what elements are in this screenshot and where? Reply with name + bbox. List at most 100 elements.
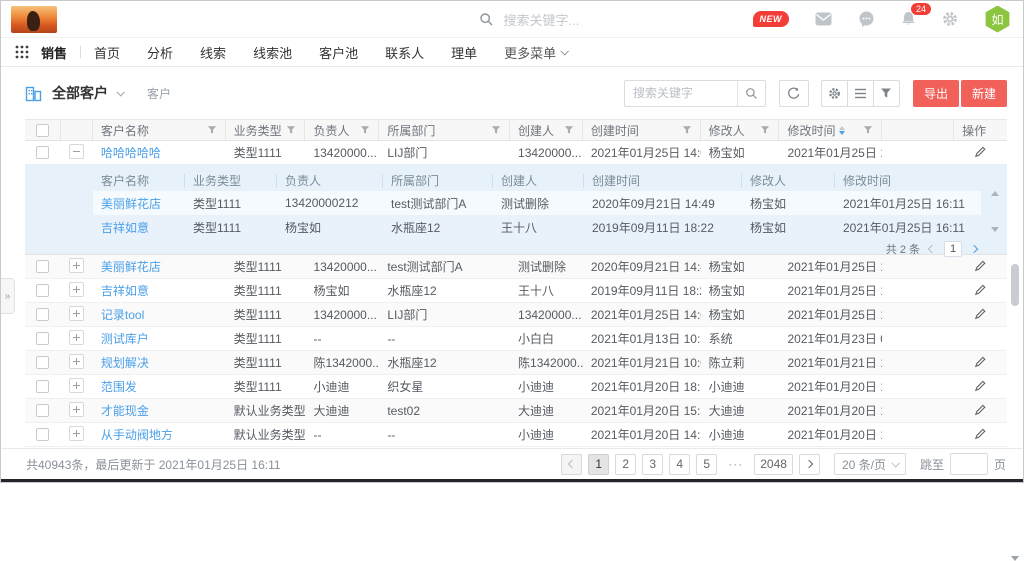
subtable-page-1[interactable]: 1 <box>944 241 962 257</box>
export-button[interactable]: 导出 <box>913 80 959 107</box>
next-page-icon[interactable] <box>970 244 978 252</box>
customer-name-link[interactable]: 记录tool <box>101 308 144 322</box>
edit-icon[interactable] <box>974 379 987 392</box>
expand-row-button[interactable] <box>69 282 84 297</box>
sort-toggle[interactable] <box>839 126 845 135</box>
messages-button[interactable] <box>858 11 875 27</box>
nav-item-leads[interactable]: 线索 <box>200 43 226 62</box>
row-checkbox[interactable] <box>36 284 49 297</box>
filter-funnel-icon[interactable] <box>760 125 770 135</box>
row-checkbox[interactable] <box>36 404 49 417</box>
expanded-subtable: 客户名称业务类型负责人所属部门创建人创建时间修改人修改时间美丽鲜花店类型1111… <box>25 165 1007 255</box>
scrollbar-thumb[interactable] <box>1011 264 1019 306</box>
refresh-button[interactable] <box>779 80 809 107</box>
expand-row-button[interactable] <box>69 402 84 417</box>
cell-modifier: 杨宝如 <box>701 282 780 299</box>
filter-funnel-icon[interactable] <box>286 125 296 135</box>
page-button-5[interactable]: 5 <box>696 454 717 475</box>
cell-modifier: 大迪迪 <box>701 402 780 419</box>
list-search-button[interactable] <box>737 81 765 106</box>
next-page-button[interactable] <box>799 454 820 475</box>
column-settings-button[interactable] <box>821 80 848 107</box>
select-all-checkbox[interactable] <box>36 124 49 137</box>
expand-column-header <box>61 120 93 140</box>
jump-page-input[interactable] <box>950 453 988 475</box>
nav-item-orders[interactable]: 理单 <box>451 43 477 62</box>
global-search[interactable]: 搜索关键字... <box>479 10 669 29</box>
nav-item-analysis[interactable]: 分析 <box>147 43 173 62</box>
avatar[interactable]: 如 <box>984 6 1011 33</box>
list-search <box>624 80 766 107</box>
scroll-down-icon[interactable] <box>1011 556 1019 561</box>
row-checkbox[interactable] <box>36 428 49 441</box>
filter-funnel-icon[interactable] <box>564 125 574 135</box>
edit-icon[interactable] <box>974 145 987 158</box>
filter-funnel-icon[interactable] <box>863 125 873 135</box>
page-button-2[interactable]: 2 <box>615 454 636 475</box>
row-checkbox[interactable] <box>36 356 49 369</box>
filter-funnel-icon[interactable] <box>682 125 692 135</box>
expand-row-button[interactable] <box>69 378 84 393</box>
view-selector-label[interactable]: 全部客户 <box>52 83 108 103</box>
app-logo[interactable] <box>11 6 57 33</box>
prev-page-button[interactable] <box>561 454 582 475</box>
subtable-scroll-down-icon[interactable] <box>991 227 999 232</box>
customer-name-link[interactable]: 测试库户 <box>101 332 149 346</box>
create-button[interactable]: 新建 <box>961 80 1007 107</box>
expand-row-button[interactable] <box>69 330 84 345</box>
row-checkbox[interactable] <box>36 146 49 159</box>
page-button-3[interactable]: 3 <box>642 454 663 475</box>
row-checkbox[interactable] <box>36 380 49 393</box>
expand-row-button[interactable] <box>69 258 84 273</box>
list-search-input[interactable] <box>625 86 737 100</box>
spare-column-header <box>882 120 954 140</box>
customer-name-link[interactable]: 从手动阀地方 <box>101 428 173 442</box>
expand-row-button[interactable] <box>69 426 84 441</box>
prev-page-icon[interactable] <box>928 244 936 252</box>
filter-funnel-icon[interactable] <box>207 125 217 135</box>
row-checkbox[interactable] <box>36 308 49 321</box>
expand-row-button[interactable] <box>69 354 84 369</box>
nav-more-menu[interactable]: 更多菜单 <box>504 43 567 62</box>
nav-item-customer-pool[interactable]: 客户池 <box>319 43 358 62</box>
filter-button[interactable] <box>873 80 900 107</box>
filter-funnel-icon[interactable] <box>491 125 501 135</box>
page-button-2048[interactable]: 2048 <box>754 454 793 475</box>
app-grid-icon[interactable] <box>15 45 29 59</box>
page-size-select[interactable]: 20 条/页 <box>834 453 906 475</box>
list-view-button[interactable] <box>847 80 874 107</box>
expand-row-button[interactable] <box>69 306 84 321</box>
settings-button[interactable] <box>942 11 958 27</box>
row-checkbox[interactable] <box>36 332 49 345</box>
customer-name-link[interactable]: 吉祥如意 <box>101 284 149 298</box>
subtable-scroll-up-icon[interactable] <box>991 191 999 196</box>
edit-icon[interactable] <box>974 259 987 272</box>
customer-name-link[interactable]: 美丽鲜花店 <box>101 260 161 274</box>
edit-icon[interactable] <box>974 283 987 296</box>
customer-name-link[interactable]: 才能现金 <box>101 404 149 418</box>
sidebar-expand-handle[interactable]: » <box>1 278 15 314</box>
customer-name-link[interactable]: 哈哈哈哈哈 <box>101 146 161 160</box>
filter-funnel-icon[interactable] <box>360 125 370 135</box>
cell-modifier: 杨宝如 <box>701 306 780 323</box>
page-button-4[interactable]: 4 <box>669 454 690 475</box>
page-button-1[interactable]: 1 <box>588 454 609 475</box>
nav-item-lead-pool[interactable]: 线索池 <box>253 43 292 62</box>
customer-name-link[interactable]: 范围发 <box>101 380 137 394</box>
customer-name-link[interactable]: 吉祥如意 <box>101 221 149 235</box>
nav-item-home[interactable]: 首页 <box>94 43 120 62</box>
edit-icon[interactable] <box>974 427 987 440</box>
customer-name-link[interactable]: 规划解决 <box>101 356 149 370</box>
chevron-down-icon[interactable] <box>116 88 124 96</box>
pagination: 12345···2048 20 条/页 跳至 页 <box>561 453 1006 475</box>
nav-item-contacts[interactable]: 联系人 <box>385 43 424 62</box>
row-checkbox[interactable] <box>36 260 49 273</box>
inbox-button[interactable] <box>815 12 832 26</box>
collapse-row-button[interactable] <box>69 144 84 159</box>
edit-icon[interactable] <box>974 403 987 416</box>
edit-icon[interactable] <box>974 355 987 368</box>
edit-icon[interactable] <box>974 307 987 320</box>
customer-name-link[interactable]: 美丽鲜花店 <box>101 197 161 211</box>
notifications-button[interactable]: 24 <box>901 11 916 27</box>
vertical-scrollbar[interactable] <box>1010 261 1020 561</box>
